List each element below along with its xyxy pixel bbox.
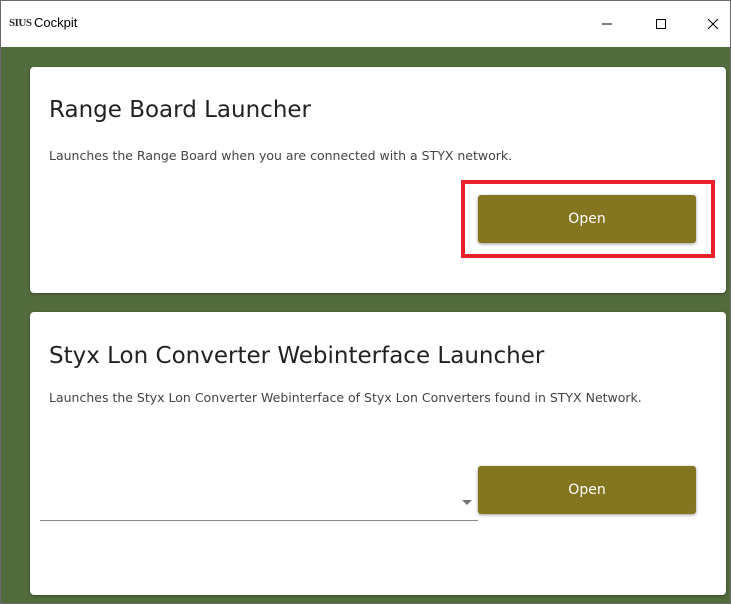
window-title: Cockpit	[34, 15, 78, 30]
maximize-button[interactable]	[638, 1, 684, 47]
card-description: Launches the Range Board when you are co…	[49, 148, 513, 163]
styx-lon-converter-open-button[interactable]: Open	[478, 466, 696, 514]
minimize-icon	[602, 23, 612, 25]
dropdown-arrow-icon	[462, 500, 472, 505]
close-icon	[707, 18, 719, 30]
app-window: SIUS Cockpit Range Board Launcher Launch…	[0, 0, 731, 604]
maximize-icon	[656, 19, 666, 29]
app-logo: SIUS	[9, 17, 32, 29]
styx-lon-converter-launcher-card: Styx Lon Converter Webinterface Launcher…	[30, 312, 726, 595]
minimize-button[interactable]	[584, 1, 630, 47]
card-title: Styx Lon Converter Webinterface Launcher	[49, 343, 545, 369]
card-description: Launches the Styx Lon Converter Webinter…	[49, 390, 642, 405]
range-board-open-button[interactable]: Open	[478, 195, 696, 243]
range-board-launcher-card: Range Board Launcher Launches the Range …	[30, 67, 726, 293]
card-title: Range Board Launcher	[49, 97, 312, 123]
converter-select[interactable]	[40, 472, 478, 521]
close-button[interactable]	[690, 1, 730, 47]
title-bar[interactable]: SIUS Cockpit	[1, 1, 730, 47]
main-content: Range Board Launcher Launches the Range …	[1, 47, 730, 603]
